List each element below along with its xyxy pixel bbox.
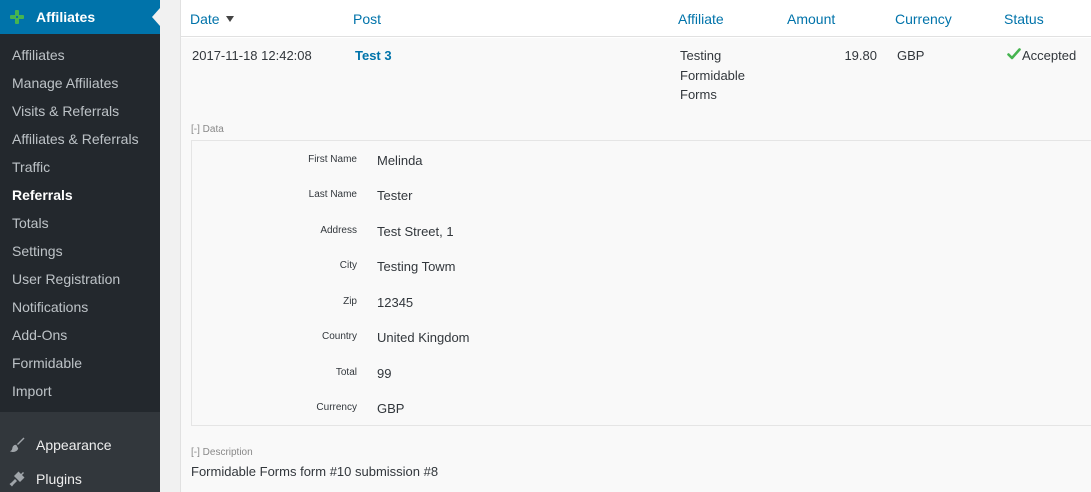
- column-header-post[interactable]: Post: [353, 10, 381, 28]
- column-header-date[interactable]: Date: [190, 10, 234, 28]
- status-label: Accepted: [1022, 48, 1077, 63]
- column-header-status[interactable]: Status: [1004, 10, 1044, 28]
- field-label-last-name: Last Name: [308, 189, 357, 200]
- table-row: 2017-11-18 12:42:08 Test 3 Testing Formi…: [181, 38, 1091, 492]
- submenu-item-user-registration[interactable]: User Registration: [0, 265, 160, 293]
- field-value-currency: GBP: [377, 401, 405, 416]
- field-value-address: Test Street, 1: [377, 224, 454, 239]
- current-menu-arrow: [152, 8, 160, 26]
- field-label-city: City: [339, 260, 357, 271]
- description-toggle[interactable]: [-] Description: [191, 447, 253, 459]
- paintbrush-icon: [10, 437, 25, 452]
- cell-date: 2017-11-18 12:42:08: [192, 48, 312, 63]
- submenu-item-import[interactable]: Import: [0, 377, 160, 405]
- field-label-currency: Currency: [316, 402, 357, 413]
- cell-affiliate-line: Testing: [680, 48, 722, 63]
- field-label-first-name: First Name: [308, 154, 357, 165]
- cell-status: Accepted: [1007, 46, 1076, 66]
- column-header-affiliate[interactable]: Affiliate: [678, 10, 724, 28]
- submenu-item-notifications[interactable]: Notifications: [0, 293, 160, 321]
- column-header-amount[interactable]: Amount: [787, 10, 835, 28]
- menu-appearance-label: Appearance: [36, 437, 112, 453]
- submenu-item-add-ons[interactable]: Add-Ons: [0, 321, 160, 349]
- referrals-content: Date Post Affiliate Amount Currency Stat…: [180, 0, 1091, 492]
- field-value-country: United Kingdom: [377, 330, 470, 345]
- column-header-currency[interactable]: Currency: [895, 10, 952, 28]
- accepted-check-icon: [1007, 48, 1021, 60]
- field-label-country: Country: [321, 331, 357, 342]
- submenu-item-referrals[interactable]: Referrals: [0, 181, 160, 209]
- data-panel: First Name Melinda Last Name Tester Addr…: [191, 140, 1091, 426]
- menu-affiliates[interactable]: Affiliates: [0, 0, 160, 34]
- submenu-item-affiliates-referrals[interactable]: Affiliates & Referrals: [0, 125, 160, 153]
- submenu-item-traffic[interactable]: Traffic: [0, 153, 160, 181]
- menu-plugins[interactable]: Plugins: [0, 462, 160, 492]
- cell-affiliate[interactable]: Testing Formidable Forms: [680, 46, 745, 105]
- description-text: Formidable Forms form #10 submission #8: [191, 464, 439, 479]
- field-label-total: Total: [335, 367, 357, 378]
- cell-amount: 19.80: [844, 48, 877, 63]
- submenu-item-visits-referrals[interactable]: Visits & Referrals: [0, 97, 160, 125]
- plugin-icon: [9, 471, 25, 487]
- cell-post-link[interactable]: Test 3: [355, 46, 392, 66]
- table-header: Date Post Affiliate Amount Currency Stat…: [181, 0, 1091, 37]
- affiliates-submenu: Affiliates Manage Affiliates Visits & Re…: [0, 34, 160, 412]
- field-value-city: Testing Towm: [377, 259, 456, 274]
- submenu-item-totals[interactable]: Totals: [0, 209, 160, 237]
- menu-plugins-label: Plugins: [36, 471, 82, 487]
- field-value-first-name: Melinda: [377, 153, 423, 168]
- cell-affiliate-line: Formidable: [680, 67, 746, 83]
- menu-affiliates-label: Affiliates: [36, 9, 96, 25]
- column-header-date-label: Date: [190, 11, 220, 27]
- cell-affiliate-line: Forms: [680, 87, 717, 102]
- field-label-zip: Zip: [343, 296, 357, 307]
- field-value-last-name: Tester: [377, 188, 413, 203]
- cell-currency: GBP: [897, 48, 925, 63]
- affiliates-icon: [10, 10, 24, 24]
- field-value-total: 99: [377, 366, 392, 381]
- admin-sidebar: Affiliates Affiliates Manage Affiliates …: [0, 0, 160, 492]
- submenu-item-formidable[interactable]: Formidable: [0, 349, 160, 377]
- field-label-address: Address: [320, 225, 357, 236]
- submenu-item-affiliates[interactable]: Affiliates: [0, 41, 160, 69]
- data-toggle[interactable]: [-] Data: [191, 124, 224, 136]
- submenu-item-settings[interactable]: Settings: [0, 237, 160, 265]
- submenu-item-manage-affiliates[interactable]: Manage Affiliates: [0, 69, 160, 97]
- sort-desc-icon: [225, 16, 234, 22]
- lower-menu: Appearance Plugins: [0, 428, 160, 492]
- menu-appearance[interactable]: Appearance: [0, 428, 160, 462]
- field-value-zip: 12345: [377, 295, 414, 310]
